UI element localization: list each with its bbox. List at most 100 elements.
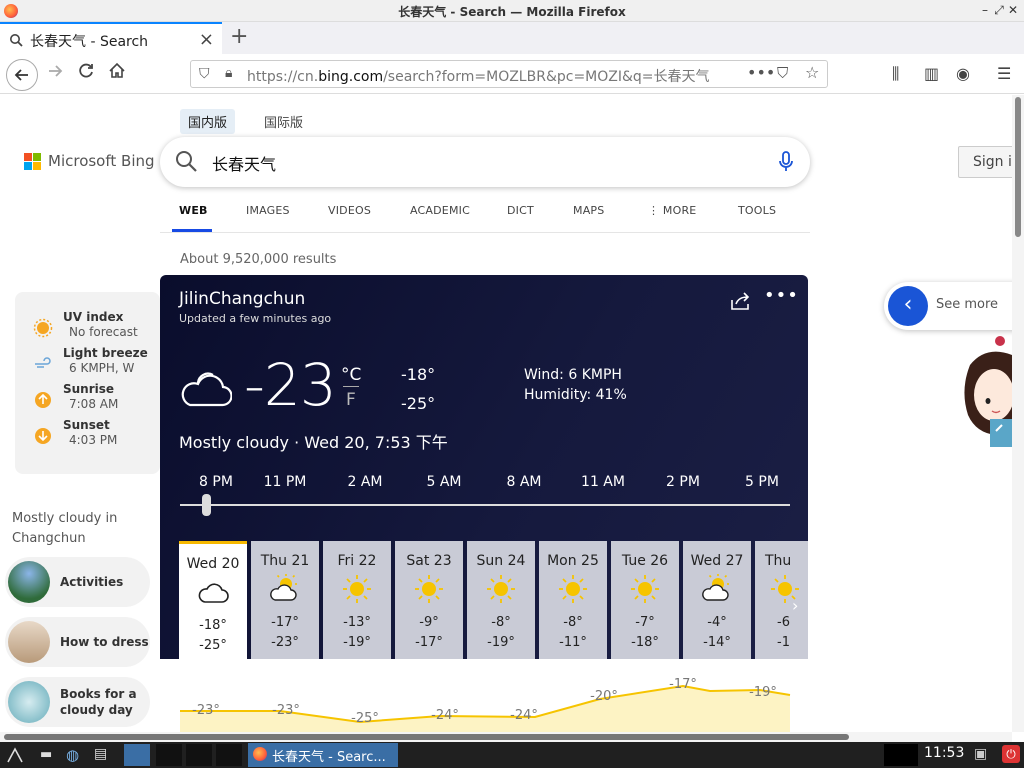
day-label: Wed 27	[690, 553, 744, 569]
sidebar-icon[interactable]: ▥	[924, 64, 939, 83]
time-slider-track[interactable]	[180, 504, 790, 506]
home-button[interactable]	[104, 62, 130, 88]
see-more-button[interactable]: ‹ See more	[884, 282, 1012, 330]
hourly-temperature-chart: -23° -23° -25° -24° -24° -20° -17° -19°	[160, 659, 808, 732]
browser-icon[interactable]: ◍	[66, 746, 84, 764]
scope-tools[interactable]: TOOLS	[738, 204, 776, 217]
search-icon[interactable]	[174, 149, 198, 173]
new-tab-button[interactable]: +	[230, 24, 248, 49]
tab-close-icon[interactable]: ×	[199, 29, 214, 50]
activities-link[interactable]: Activities	[5, 557, 150, 607]
hourly-temp-label: -25°	[351, 711, 379, 726]
time-slider-handle[interactable]	[202, 494, 211, 516]
bookmark-star-icon[interactable]: ☆	[805, 63, 819, 82]
clock: 11:53	[924, 745, 965, 761]
taskbar-window-title: 长春天气 - Searc...	[272, 750, 386, 765]
minimize-icon[interactable]: –	[978, 3, 992, 17]
wind-title: Light breeze	[63, 346, 148, 360]
sunrise-title: Sunrise	[63, 382, 115, 396]
lock-icon[interactable]: 🔒︎	[225, 65, 232, 81]
day-card[interactable]: Tue 26 -7° -18°	[611, 541, 679, 659]
url-text[interactable]: https://cn.bing.com/search?form=MOZLBR&p…	[247, 66, 710, 86]
scope-academic[interactable]: ACADEMIC	[410, 204, 470, 217]
sign-in-button[interactable]: Sign in	[958, 146, 1012, 178]
power-icon[interactable]: ⏻	[1002, 745, 1020, 763]
hour-label: 5 PM	[745, 474, 779, 490]
back-button[interactable]	[6, 59, 38, 91]
tracking-shield-icon[interactable]: ⛉	[199, 66, 210, 82]
search-box[interactable]: 长春天气	[160, 137, 810, 187]
scope-more[interactable]: ⋮ MORE	[648, 204, 696, 217]
tab-bing-search[interactable]: 长春天气 - Search ×	[0, 22, 222, 54]
window-titlebar: 长春天气 - Search — Mozilla Firefox – ⤢ ✕	[0, 0, 1024, 22]
share-icon[interactable]	[730, 291, 752, 311]
close-window-icon[interactable]: ✕	[1006, 3, 1020, 17]
system-tray	[884, 744, 918, 766]
menu-icon[interactable]: ☰	[997, 64, 1011, 83]
logo-square-green	[33, 153, 41, 161]
scope-images[interactable]: IMAGES	[246, 204, 290, 217]
taskbar: ▬ ◍ ▤ ▣ ⏻	[0, 742, 1024, 768]
workspace-1[interactable]	[156, 744, 182, 766]
vertical-scroll-thumb[interactable]	[1015, 97, 1021, 237]
sunrise-value: 7:08 AM	[69, 397, 119, 411]
reload-button[interactable]	[73, 62, 99, 88]
day-label: Thu 21	[260, 553, 310, 569]
books-link[interactable]: Books for a cloudy day	[5, 677, 150, 727]
show-desktop-icon[interactable]: ▬	[40, 747, 58, 765]
day-card[interactable]: Wed 20 -18° -25°	[179, 541, 247, 659]
workspace-3[interactable]	[216, 744, 242, 766]
day-card[interactable]: Wed 27 -4° -14°	[683, 541, 751, 659]
scope-videos[interactable]: VIDEOS	[328, 204, 371, 217]
celsius-toggle[interactable]: °C	[341, 365, 361, 385]
page-actions-icon[interactable]: •••	[747, 63, 775, 82]
vertical-scrollbar[interactable]	[1012, 95, 1024, 732]
window-title: 长春天气 - Search — Mozilla Firefox	[398, 5, 626, 19]
day-card[interactable]: Mon 25 -8° -11°	[539, 541, 607, 659]
today-low: -25°	[401, 394, 436, 413]
day-card[interactable]: Thu -6 -1	[755, 541, 808, 659]
sunny-icon	[487, 575, 515, 603]
scope-web[interactable]: WEB	[179, 204, 208, 217]
start-menu-icon[interactable]	[6, 746, 24, 764]
taskbar-firefox-window[interactable]: 长春天气 - Searc...	[248, 743, 398, 767]
day-card[interactable]: Sat 23 -9° -17°	[395, 541, 463, 659]
region-tab-china[interactable]: 国内版	[180, 109, 236, 134]
hour-label: 11 AM	[581, 474, 625, 490]
library-icon[interactable]: ⫼	[892, 64, 899, 84]
region-tab-international[interactable]: 国际版	[256, 109, 311, 134]
scope-maps[interactable]: MAPS	[573, 204, 604, 217]
address-bar[interactable]: ⛉ 🔒︎ https://cn.bing.com/search?form=MOZ…	[190, 60, 828, 88]
firefox-launcher-icon[interactable]	[124, 744, 150, 766]
restore-icon[interactable]: ⤢	[992, 3, 1006, 18]
tray-app-icon[interactable]: ▣	[974, 746, 992, 764]
search-input[interactable]: 长春天气	[212, 151, 276, 175]
weather-location[interactable]: JilinChangchun	[179, 289, 305, 309]
day-high: -18°	[199, 618, 227, 633]
forward-button[interactable]	[42, 62, 68, 88]
pocket-icon[interactable]: ⛉	[777, 64, 788, 82]
horizontal-scroll-thumb[interactable]	[4, 734, 849, 740]
books-label: Books for a cloudy day	[60, 687, 137, 717]
horizontal-scrollbar[interactable]	[0, 732, 1012, 742]
next-days-arrow-icon[interactable]: ›	[792, 596, 798, 615]
day-high: -9°	[419, 615, 439, 630]
day-low: -18°	[631, 635, 659, 650]
workspace-2[interactable]	[186, 744, 212, 766]
account-icon[interactable]: ◉	[956, 64, 970, 83]
fahrenheit-toggle[interactable]: F	[346, 390, 356, 410]
day-card[interactable]: Fri 22 -13° -19°	[323, 541, 391, 659]
more-options-icon[interactable]: •••	[764, 285, 799, 306]
day-high: -8°	[563, 615, 583, 630]
day-card[interactable]: Sun 24 -8° -19°	[467, 541, 535, 659]
side-heading: Mostly cloudy in Changchun	[12, 511, 118, 546]
uv-value: No forecast	[69, 325, 138, 339]
how-to-dress-link[interactable]: How to dress	[5, 617, 150, 667]
hour-label: 2 PM	[666, 474, 700, 490]
microphone-icon[interactable]	[778, 150, 794, 174]
scope-dict[interactable]: DICT	[507, 204, 534, 217]
search-icon	[10, 34, 23, 47]
sunset-row: Sunset 4:03 PM	[15, 418, 160, 454]
day-card[interactable]: Thu 21 -17° -23°	[251, 541, 319, 659]
file-manager-icon[interactable]: ▤	[94, 746, 112, 764]
